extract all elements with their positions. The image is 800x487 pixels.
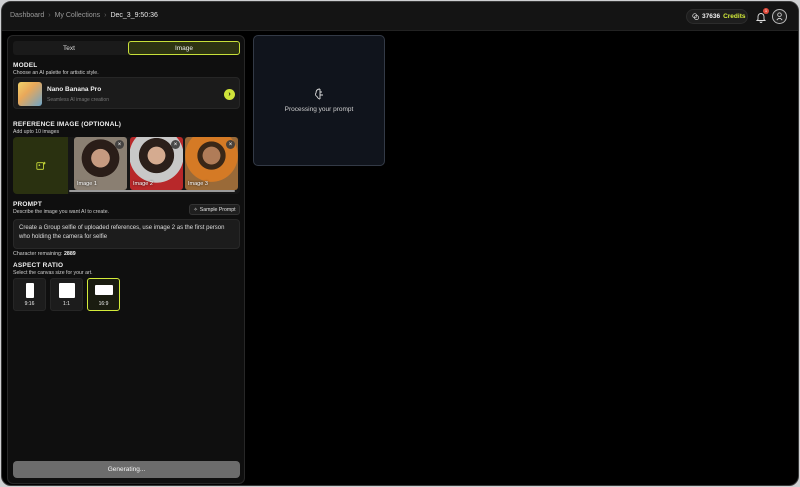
top-bar: Dashboard › My Collections › Dec_3_9:50:…	[2, 2, 798, 31]
reference-image-label: Image 3	[188, 181, 208, 187]
brain-icon	[313, 87, 327, 101]
chevron-right-icon: ›	[48, 12, 51, 19]
app-window: Dashboard › My Collections › Dec_3_9:50:…	[1, 1, 799, 486]
tab-text[interactable]: Text	[13, 41, 125, 55]
landscape-shape-icon	[95, 285, 113, 295]
aspect-section-subtitle: Select the canvas size for your art.	[13, 270, 93, 276]
notification-badge: 1	[763, 8, 769, 14]
prompt-section-subtitle: Describe the image you want AI to create…	[13, 209, 110, 215]
prompt-section-title: PROMPT	[13, 201, 43, 208]
reference-section-title: REFERENCE IMAGE (OPTIONAL)	[13, 121, 122, 128]
reference-image-label: Image 2	[133, 181, 153, 187]
character-counter-label: Character remaining:	[13, 251, 63, 257]
aspect-section-title: ASPECT RATIO	[13, 262, 64, 269]
avatar[interactable]	[772, 9, 787, 24]
reference-image-2[interactable]: × Image 2	[130, 137, 183, 190]
aspect-option-1-1[interactable]: 1:1	[50, 278, 83, 311]
reference-section-subtitle: Add upto 10 images	[13, 129, 60, 135]
character-counter-value: 2889	[63, 251, 76, 257]
chevron-right-icon[interactable]: ›	[224, 89, 235, 100]
credits-badge[interactable]: 37636 Credits	[686, 9, 748, 24]
add-image-button[interactable]	[13, 137, 68, 194]
sample-prompt-label: Sample Prompt	[199, 206, 236, 213]
processing-status: Processing your prompt	[284, 106, 354, 113]
breadcrumb-my-collections[interactable]: My Collections	[55, 12, 101, 19]
aspect-option-label: 1:1	[63, 301, 70, 307]
aspect-option-9-16[interactable]: 9:16	[13, 278, 46, 311]
user-avatar-icon	[776, 12, 783, 21]
reference-image-label: Image 1	[77, 181, 97, 187]
character-counter: Character remaining: 2889	[13, 251, 76, 257]
breadcrumb-current: Dec_3_9:50:36	[110, 12, 158, 19]
horizontal-scrollbar[interactable]	[69, 190, 235, 192]
reference-image-strip: × Image 1 × Image 2 × Image 3	[13, 137, 240, 194]
tab-image[interactable]: Image	[128, 41, 240, 55]
breadcrumb-dashboard[interactable]: Dashboard	[10, 12, 44, 19]
breadcrumb: Dashboard › My Collections › Dec_3_9:50:…	[10, 12, 158, 19]
reference-image-3[interactable]: × Image 3	[185, 137, 238, 190]
model-description: Seamless AI image creation	[47, 97, 109, 103]
add-image-icon	[35, 161, 46, 170]
aspect-option-label: 16:9	[98, 301, 109, 307]
close-icon[interactable]: ×	[226, 140, 235, 149]
model-thumbnail	[18, 82, 42, 106]
model-selector[interactable]: Nano Banana Pro Seamless AI image creati…	[13, 77, 240, 109]
chevron-right-icon: ›	[104, 12, 107, 19]
square-shape-icon	[59, 283, 75, 298]
portrait-shape-icon	[26, 283, 34, 298]
processing-card: Processing your prompt	[253, 35, 385, 166]
aspect-option-16-9[interactable]: 16:9	[87, 278, 120, 311]
model-section-subtitle: Choose an AI palette for artistic style.	[13, 70, 99, 76]
close-icon[interactable]: ×	[171, 140, 180, 149]
credits-value: 37636	[702, 13, 721, 20]
aspect-option-label: 9:16	[24, 301, 35, 307]
model-section-title: MODEL	[13, 62, 38, 69]
credits-label: Credits	[723, 13, 746, 20]
reference-image-1[interactable]: × Image 1	[74, 137, 127, 190]
generate-button[interactable]: Generating...	[13, 461, 240, 478]
model-name: Nano Banana Pro	[47, 86, 102, 93]
sparkle-icon: ✧	[193, 206, 198, 213]
prompt-textarea[interactable]: Create a Group selfie of uploaded refere…	[13, 219, 240, 249]
mode-tabs: Text Image	[13, 41, 240, 55]
sample-prompt-button[interactable]: ✧ Sample Prompt	[189, 204, 240, 215]
coins-icon	[692, 13, 699, 20]
generation-panel: Text Image MODEL Choose an AI palette fo…	[7, 35, 245, 484]
close-icon[interactable]: ×	[115, 140, 124, 149]
